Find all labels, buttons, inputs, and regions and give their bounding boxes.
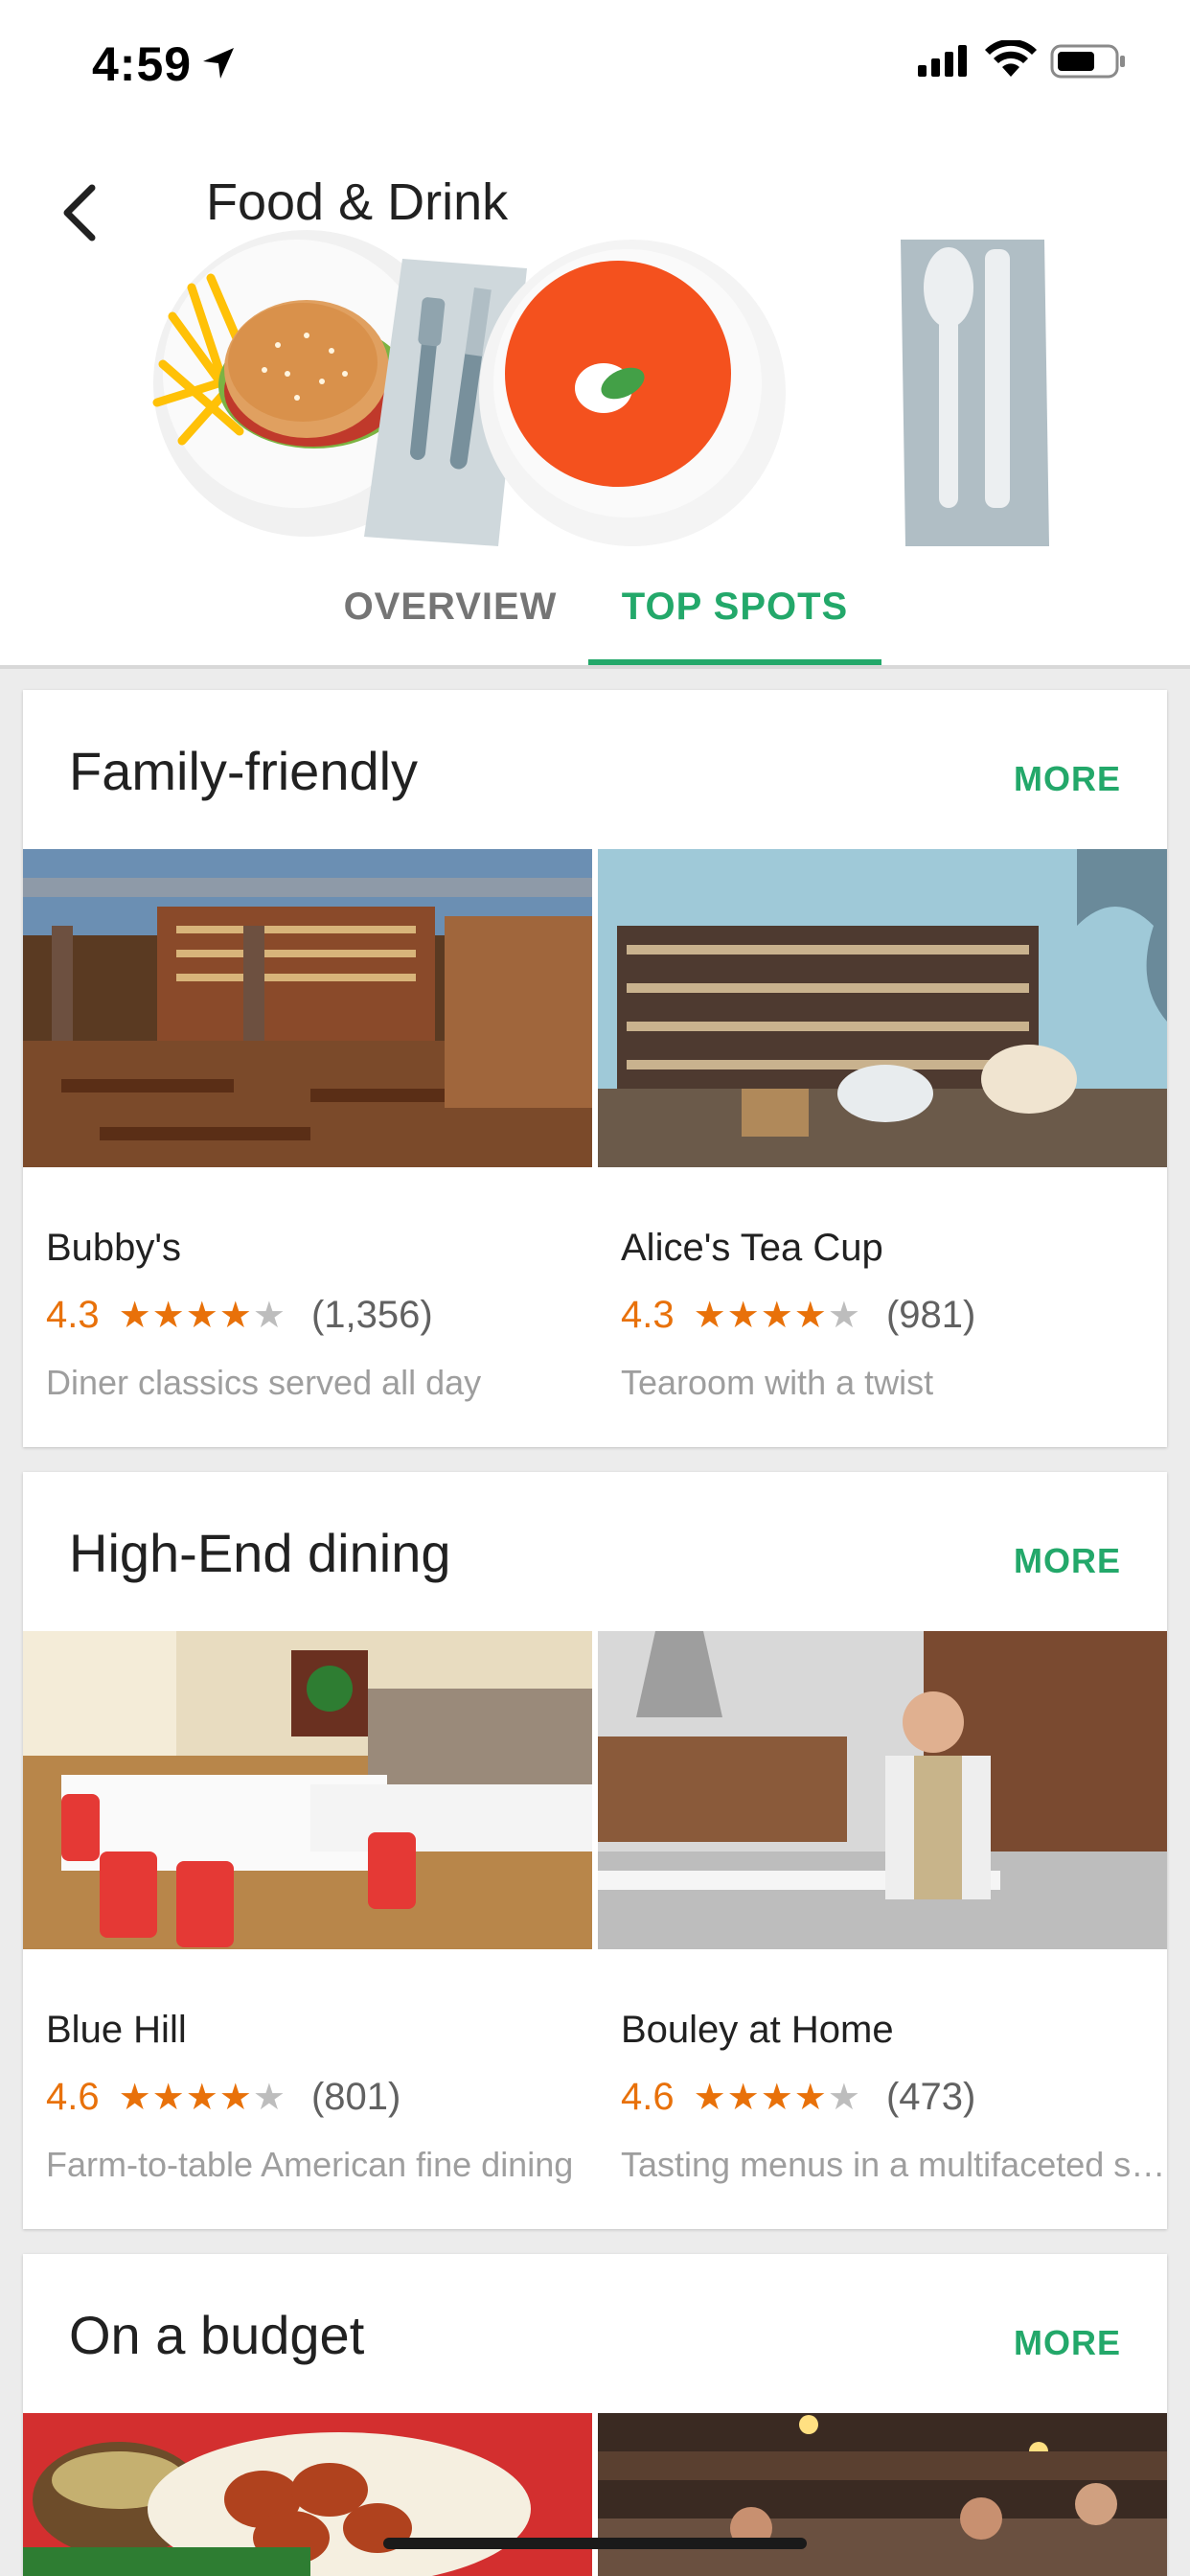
more-button[interactable]: MORE [1014,2323,1121,2363]
place-photo-budget-1[interactable] [23,2413,592,2576]
tab-top-spots[interactable]: TOP SPOTS [588,546,881,667]
wifi-icon [985,40,1037,77]
food-illustration [152,230,1049,546]
section-card-high-end-dining: High-End dining MORE Blue Hill 4.6 ★★★★★… [23,1472,1167,2229]
review-count: (1,356) [310,1294,433,1336]
page-title: Food & Drink [206,173,509,231]
battery-icon [1050,44,1125,79]
status-time: 4:59 [92,37,193,91]
section-title: Family-friendly [69,741,419,801]
status-bar: 4:59 [0,0,1190,125]
rating-value: 4.3 [621,1294,675,1336]
rating-value: 4.3 [46,1294,100,1336]
place-photo-blue-hill[interactable] [23,1631,592,1949]
place-description: Tasting menus in a multifaceted space [621,2145,1167,2184]
rating-stars-icon: ★★★★★ [693,2078,861,2118]
place-description: Tearoom with a twist [621,1363,934,1402]
header-divider [0,665,1190,669]
place-photo-budget-2[interactable] [598,2413,1167,2576]
place-photo-alices-tea-cup[interactable] [598,849,1167,1167]
more-button[interactable]: MORE [1014,1541,1121,1581]
place-photo-bubbys[interactable] [23,849,592,1167]
rating-stars-icon: ★★★★★ [118,1296,286,1336]
section-title: High-End dining [69,1523,451,1583]
more-button[interactable]: MORE [1014,759,1121,799]
review-count: (981) [885,1294,976,1336]
home-indicator[interactable] [383,2538,807,2549]
tab-overview[interactable]: OVERVIEW [326,546,575,667]
rating-stars-icon: ★★★★★ [118,2078,286,2118]
rating-stars-icon: ★★★★★ [693,1296,861,1336]
review-count: (801) [310,2076,401,2118]
section-title: On a budget [69,2305,365,2365]
place-name: Bouley at Home [621,2009,894,2051]
place-description: Diner classics served all day [46,1363,482,1402]
place-name: Bubby's [46,1227,182,1269]
place-description: Farm-to-table American fine dining [46,2145,574,2184]
back-arrow-icon[interactable] [54,174,111,251]
app-header: Food & Drink OVERVIEW TOP SPOTS [0,125,1190,667]
cellular-signal-icon [918,45,967,77]
location-arrow-icon [203,48,234,79]
section-card-family-friendly: Family-friendly MORE Bubby's 4.3 ★★★★★ (… [23,690,1167,1447]
rating-row: 4.3 ★★★★★ (981) [621,1294,975,1337]
place-name: Blue Hill [46,2009,187,2051]
rating-row: 4.6 ★★★★★ (801) [46,2076,400,2119]
tab-bar: OVERVIEW TOP SPOTS [0,546,1190,667]
rating-row: 4.3 ★★★★★ (1,356) [46,1294,433,1337]
rating-value: 4.6 [621,2076,675,2118]
rating-value: 4.6 [46,2076,100,2118]
section-card-on-a-budget: On a budget MORE [23,2254,1167,2576]
rating-row: 4.6 ★★★★★ (473) [621,2076,975,2119]
place-photo-bouley-at-home[interactable] [598,1631,1167,1949]
review-count: (473) [885,2076,976,2118]
place-name: Alice's Tea Cup [621,1227,883,1269]
